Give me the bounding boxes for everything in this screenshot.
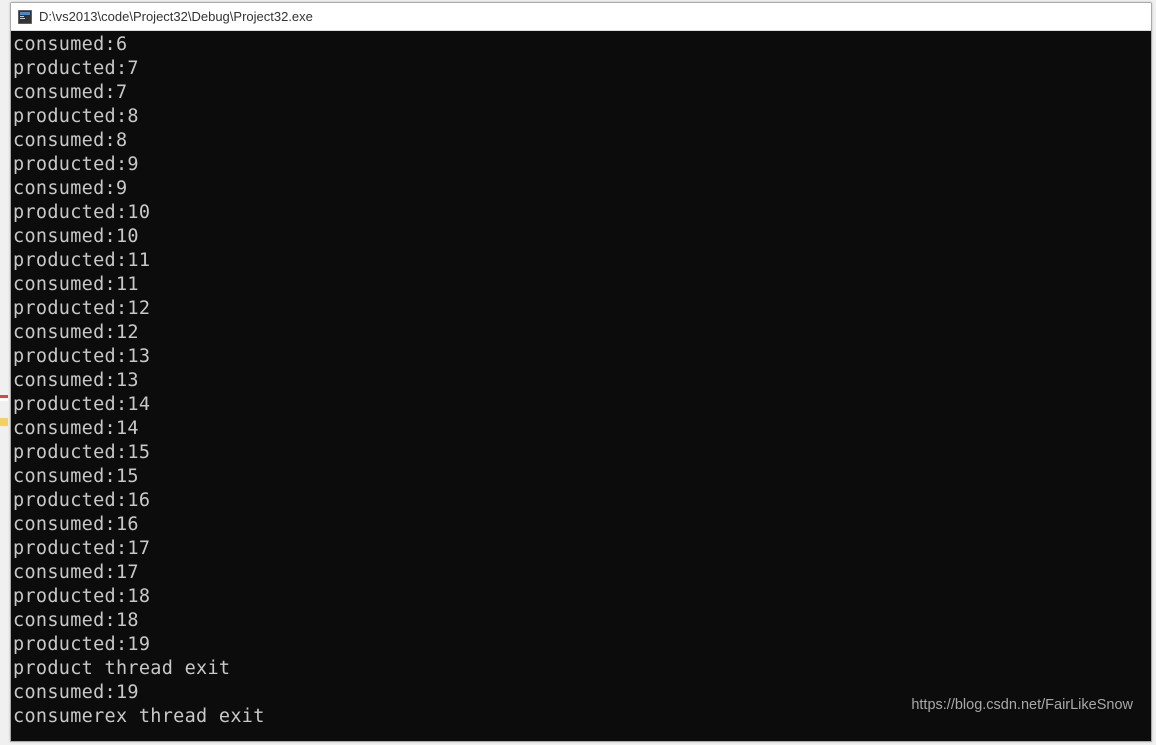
console-line: producted:7 (13, 57, 1151, 81)
console-line: product thread exit (13, 657, 1151, 681)
console-line: consumed:16 (13, 513, 1151, 537)
console-line: consumed:17 (13, 561, 1151, 585)
console-line: producted:17 (13, 537, 1151, 561)
console-line: producted:16 (13, 489, 1151, 513)
watermark-text: https://blog.csdn.net/FairLikeSnow (911, 697, 1133, 713)
console-line: consumed:10 (13, 225, 1151, 249)
console-line: consumed:7 (13, 81, 1151, 105)
console-line: producted:8 (13, 105, 1151, 129)
console-line: producted:13 (13, 345, 1151, 369)
title-bar[interactable]: D:\vs2013\code\Project32\Debug\Project32… (11, 3, 1151, 31)
console-window: D:\vs2013\code\Project32\Debug\Project32… (10, 2, 1152, 742)
editor-gutter-marker-yellow (0, 418, 8, 426)
console-line: producted:19 (13, 633, 1151, 657)
console-line: consumed:9 (13, 177, 1151, 201)
console-line: consumed:15 (13, 465, 1151, 489)
console-line: consumed:6 (13, 33, 1151, 57)
console-line: consumed:14 (13, 417, 1151, 441)
console-line: consumed:12 (13, 321, 1151, 345)
console-line: producted:11 (13, 249, 1151, 273)
console-line: consumed:18 (13, 609, 1151, 633)
console-line: consumed:11 (13, 273, 1151, 297)
window-title: D:\vs2013\code\Project32\Debug\Project32… (39, 9, 313, 24)
console-line: consumed:8 (13, 129, 1151, 153)
console-line: producted:9 (13, 153, 1151, 177)
console-line: producted:15 (13, 441, 1151, 465)
console-line: consumed:13 (13, 369, 1151, 393)
console-line: producted:10 (13, 201, 1151, 225)
editor-gutter-marker-red (0, 395, 8, 401)
console-app-icon (17, 9, 33, 25)
console-line: producted:14 (13, 393, 1151, 417)
console-line: producted:12 (13, 297, 1151, 321)
console-output[interactable]: consumed:6producted:7consumed:7producted… (11, 31, 1151, 741)
console-line: producted:18 (13, 585, 1151, 609)
